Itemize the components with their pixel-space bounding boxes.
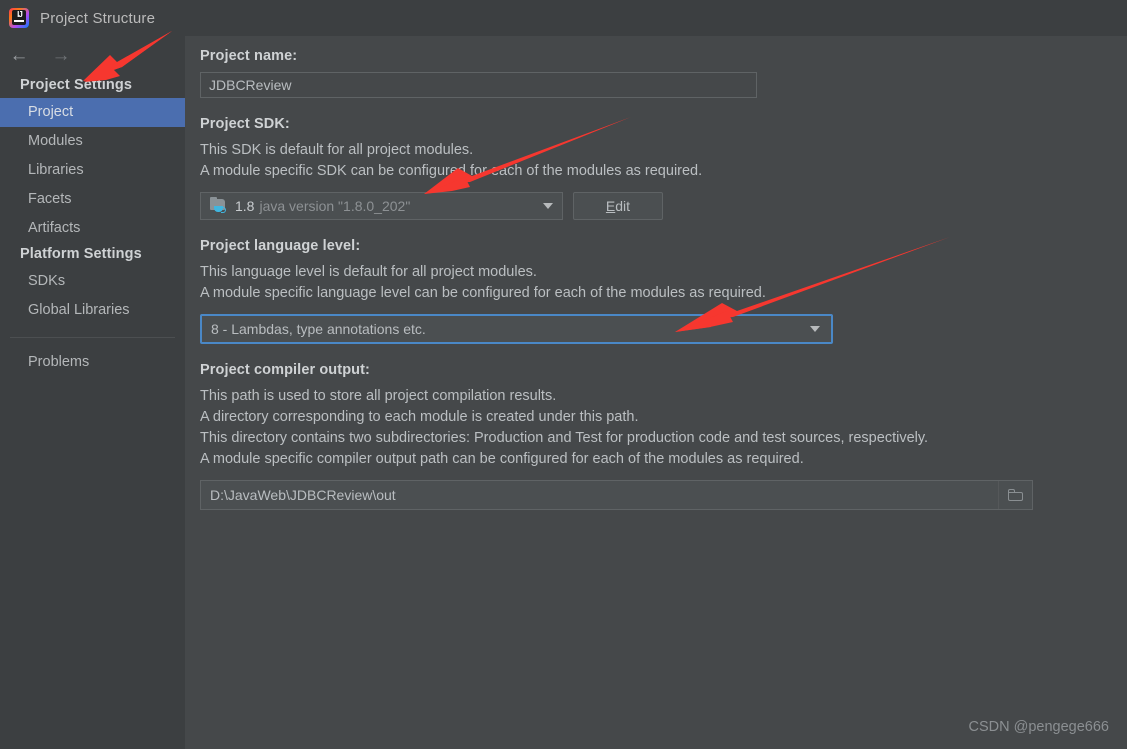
language-level-dropdown[interactable]: 8 - Lambdas, type annotations etc. [200,314,833,344]
edit-button-mnemonic: E [605,198,616,214]
compiler-output-section: Project compiler output: This path is us… [200,362,1127,510]
sidebar-group-project-settings: Project Settings [20,77,132,93]
project-sdk-desc-line-1: This SDK is default for all project modu… [200,142,474,158]
sidebar-item-project[interactable]: Project [0,98,185,127]
compiler-output-input[interactable]: D:\JavaWeb\JDBCReview\out [200,480,1033,510]
navigation-arrows: ← → [0,36,185,74]
forward-arrow-icon[interactable]: → [48,43,74,67]
window-title: Project Structure [40,9,156,27]
project-sdk-desc-line-2: A module specific SDK can be configured … [200,163,703,179]
browse-folder-button[interactable] [998,481,1032,509]
watermark-text: CSDN @pengege666 [968,719,1109,735]
compiler-output-desc-line-1: This path is used to store all project c… [200,388,557,404]
sidebar-item-sdks[interactable]: SDKs [0,267,185,296]
intellij-idea-logo-icon: IJ [8,7,30,29]
folder-icon [1008,489,1023,501]
project-name-value: JDBCReview [209,77,292,93]
language-level-desc-line-1: This language level is default for all p… [200,264,537,280]
language-level-value: 8 - Lambdas, type annotations etc. [211,321,426,337]
project-name-section: Project name: JDBCReview [200,48,1127,98]
java-sdk-folder-icon [210,197,228,214]
language-level-desc-line-2: A module specific language level can be … [200,285,766,301]
compiler-output-label: Project compiler output: [200,362,370,378]
compiler-output-value: D:\JavaWeb\JDBCReview\out [210,487,396,503]
sidebar-item-modules[interactable]: Modules [0,127,185,156]
project-structure-dialog: IJ Project Structure ← → Project Setting… [0,0,1127,749]
sidebar-item-libraries[interactable]: Libraries [0,156,185,185]
project-name-label: Project name: [200,48,298,64]
sidebar-divider [10,337,175,338]
edit-sdk-button[interactable]: Edit [573,192,663,220]
project-sdk-detail: java version "1.8.0_202" [259,198,411,214]
back-arrow-icon[interactable]: ← [6,43,32,67]
settings-sidebar: ← → Project Settings Project Modules Lib… [0,36,185,749]
sidebar-item-problems[interactable]: Problems [0,348,185,377]
project-sdk-version: 1.8 [235,198,255,214]
project-sdk-label: Project SDK: [200,116,290,132]
sidebar-item-artifacts[interactable]: Artifacts [0,214,185,243]
language-level-section: Project language level: This language le… [200,238,1127,344]
compiler-output-desc-line-2: A directory corresponding to each module… [200,409,639,425]
sidebar-group-platform-settings: Platform Settings [20,246,142,262]
project-sdk-section: Project SDK: This SDK is default for all… [200,116,1127,220]
chevron-down-icon [799,316,831,342]
chevron-down-icon [534,193,562,219]
project-name-input[interactable]: JDBCReview [200,72,757,98]
project-sdk-row: 1.8 java version "1.8.0_202" Edit [200,192,1127,220]
sidebar-item-global-libraries[interactable]: Global Libraries [0,296,185,325]
edit-button-rest: dit [615,198,631,214]
project-settings-panel: Project name: JDBCReview Project SDK: Th… [185,36,1127,749]
language-level-label: Project language level: [200,238,361,254]
title-bar: IJ Project Structure [0,0,1127,36]
compiler-output-desc-line-3: This directory contains two subdirectori… [200,430,929,446]
compiler-output-desc-line-4: A module specific compiler output path c… [200,451,804,467]
project-sdk-dropdown[interactable]: 1.8 java version "1.8.0_202" [200,192,563,220]
sidebar-item-facets[interactable]: Facets [0,185,185,214]
